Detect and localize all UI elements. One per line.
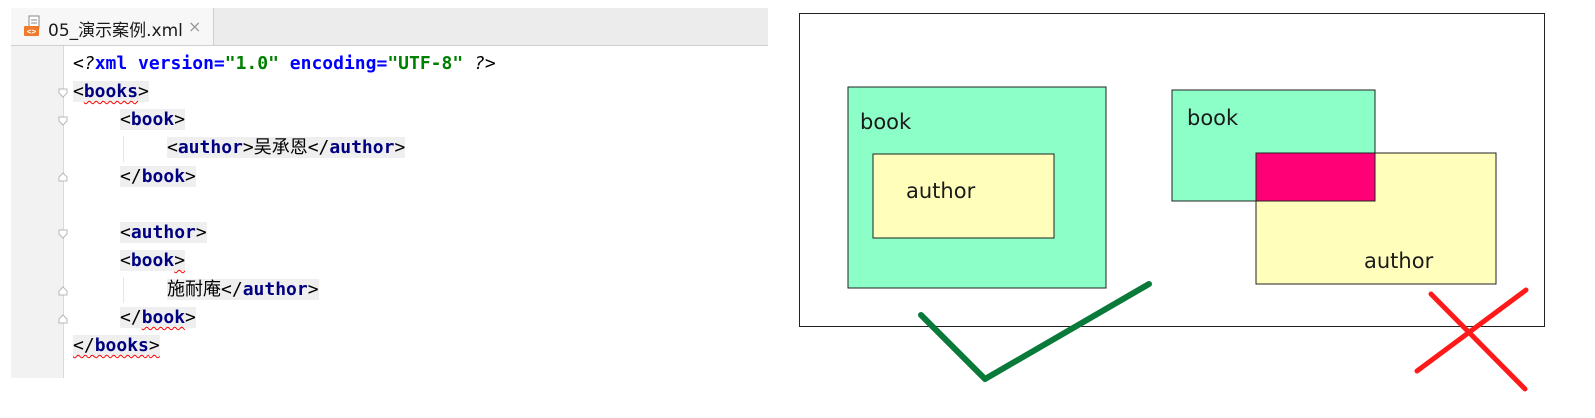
tag-bracket: > xyxy=(242,137,254,158)
tag-bracket: </ xyxy=(221,279,243,300)
unfold-icon[interactable] xyxy=(58,172,68,182)
tag-bracket: > xyxy=(185,166,196,187)
tag-bracket: > xyxy=(174,109,186,130)
tab-file[interactable]: <> 05_演示案例.xml × xyxy=(11,8,214,45)
tag-bracket: > xyxy=(195,222,207,243)
tag-bracket: < xyxy=(73,81,84,102)
tag-bracket: > xyxy=(185,307,196,328)
author-box-label: author xyxy=(1364,249,1434,273)
attr-eq: = xyxy=(213,53,225,74)
attr-eq: = xyxy=(376,53,388,74)
nesting-diagram: book author book author xyxy=(799,13,1545,392)
tag-bracket: < xyxy=(120,222,131,243)
code-line-7[interactable]: <author> xyxy=(120,220,207,246)
editor-tab-bar: <> 05_演示案例.xml × xyxy=(11,8,768,46)
code-line-5[interactable]: </book> xyxy=(120,164,196,190)
fold-icon[interactable] xyxy=(58,116,68,126)
tag-name: author xyxy=(130,222,196,243)
fold-icon[interactable] xyxy=(58,88,68,98)
code-line-3[interactable]: <book> xyxy=(120,107,186,133)
close-icon[interactable]: × xyxy=(188,17,201,36)
tag-bracket: > xyxy=(394,137,406,158)
attr-version-value: "1.0" xyxy=(224,53,279,74)
tag-bracket: </ xyxy=(307,137,330,158)
tag-name: books xyxy=(94,335,149,356)
correct-nesting-example: book author xyxy=(847,86,1107,289)
unfold-icon[interactable] xyxy=(58,286,68,296)
tag-name: author xyxy=(177,137,243,158)
svg-text:<>: <> xyxy=(27,27,37,36)
author-box-label: author xyxy=(906,179,976,203)
text-content: 吴承恩 xyxy=(253,137,308,158)
text-content: 施耐庵 xyxy=(167,279,221,300)
code-line-2[interactable]: <books> xyxy=(73,79,149,105)
editor-gutter xyxy=(11,46,64,378)
tag-bracket: < xyxy=(167,137,178,158)
decl-open: < xyxy=(73,53,84,74)
tag-name: books xyxy=(83,81,139,102)
tag-name: author xyxy=(329,137,395,158)
code-line-10[interactable]: </book> xyxy=(120,305,196,331)
attr-version: version xyxy=(138,53,214,74)
tag-bracket: > xyxy=(148,335,160,356)
tag-bracket: </ xyxy=(120,307,142,328)
tab-file-label: 05_演示案例.xml xyxy=(48,21,183,41)
xml-file-icon: <> xyxy=(23,15,43,37)
attr-encoding: encoding xyxy=(289,53,377,74)
decl-close: ?> xyxy=(474,53,496,74)
tag-name: book xyxy=(130,250,175,271)
tag-bracket: </ xyxy=(73,335,95,356)
fold-icon[interactable] xyxy=(58,229,68,239)
unfold-icon[interactable] xyxy=(58,314,68,324)
code-line-9[interactable]: 施耐庵</author> xyxy=(167,277,319,303)
code-line-11[interactable]: </books> xyxy=(73,333,160,359)
tag-bracket: < xyxy=(120,109,131,130)
tag-name: book xyxy=(141,166,186,187)
tag-name: book xyxy=(130,109,175,130)
tag-bracket: > xyxy=(174,250,186,271)
book-box-label: book xyxy=(860,110,912,134)
tag-name: book xyxy=(141,307,186,328)
tag-name: author xyxy=(242,279,308,300)
overlap-region xyxy=(1255,152,1376,202)
tag-bracket: </ xyxy=(120,166,142,187)
tag-bracket: < xyxy=(120,250,131,271)
tag-bracket: > xyxy=(307,279,319,300)
code-line-8[interactable]: <book> xyxy=(120,248,186,274)
attr-encoding-value: "UTF-8" xyxy=(387,53,464,74)
book-box-label: book xyxy=(1187,106,1239,130)
tag-bracket: > xyxy=(138,81,149,102)
decl-name: xml xyxy=(94,53,128,74)
code-line-4[interactable]: <author>吴承恩</author> xyxy=(167,135,406,161)
decl-q: ? xyxy=(83,53,95,74)
xml-editor: <> 05_演示案例.xml × <?xml version="1.0" enc… xyxy=(11,8,768,378)
code-line-1[interactable]: <?xml version="1.0" encoding="UTF-8" ?> xyxy=(73,51,496,77)
